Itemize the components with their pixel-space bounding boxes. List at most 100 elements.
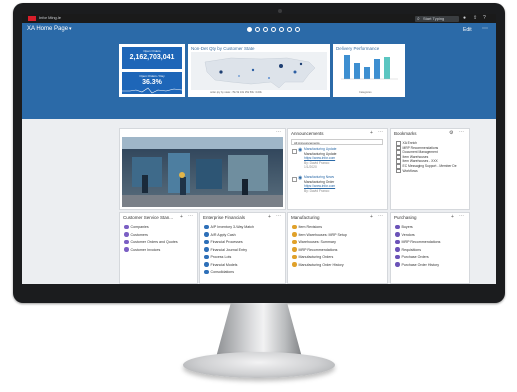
map-panel: Non-Det Qty by Customer State order qty … (188, 44, 330, 97)
app-link-label: Financial Processes (210, 240, 243, 244)
megaphone-icon: ◉ (298, 175, 303, 181)
page-dot[interactable] (271, 27, 276, 32)
announcement-link[interactable]: https://www.infor.com (304, 156, 335, 160)
page-indicator[interactable] (247, 27, 300, 32)
page-dot[interactable] (263, 27, 268, 32)
help-icon[interactable]: ? (483, 15, 486, 22)
more-icon[interactable]: ⋯ (188, 213, 193, 219)
app-link-label: Customers (130, 232, 148, 237)
page-header: XA Home Page ▾ Edit ⋯ (22, 23, 496, 37)
chart-bar-2 (354, 63, 360, 79)
search-input[interactable]: ⌕ Start Typing (415, 15, 459, 22)
app-icon (124, 247, 129, 252)
user-icon[interactable]: ● (463, 15, 466, 22)
app-link[interactable]: Purchase Order History (395, 262, 439, 269)
more-icon[interactable]: ⋯ (459, 129, 464, 135)
share-icon[interactable]: ⇪ (473, 15, 477, 22)
announcement-filter[interactable]: All Announcements (291, 139, 383, 145)
app-link[interactable]: Manufacturing Orders (292, 254, 333, 261)
more-icon[interactable]: ⋯ (276, 213, 281, 219)
app-icon (395, 224, 400, 230)
more-icon[interactable]: ⋯ (459, 213, 464, 219)
app-icon (204, 262, 209, 267)
bookmark-item[interactable]: Workflows (396, 169, 418, 174)
app-link-label: MRP Recommendations (298, 247, 338, 252)
app-link[interactable]: Financial Models (204, 262, 237, 269)
app-link[interactable]: A/R Apply Cash (204, 232, 236, 239)
trend-sparkline (122, 87, 182, 94)
app-link[interactable]: Buyers (395, 224, 413, 231)
customer-service-card: Customer Service Stan... + ⋯ Companies Cu… (119, 212, 198, 284)
app-link[interactable]: Financial Journal Entry (204, 247, 247, 254)
app-link[interactable]: Manufacturing Order History (292, 262, 344, 269)
app-link[interactable]: MRP Recommendations (292, 247, 337, 254)
add-icon[interactable]: + (268, 214, 271, 220)
app-link[interactable]: Item Revisions (292, 224, 322, 231)
map-legend: order qty by state: <5k 5k 10k 25k 50k >… (210, 91, 262, 94)
app-link[interactable]: Vendors (395, 232, 415, 239)
more-icon[interactable]: ⋯ (276, 129, 281, 135)
announcement-title[interactable]: Manufacturing News (304, 175, 334, 179)
delivery-chart[interactable] (336, 53, 402, 93)
map-panel-title: Non-Det Qty by Customer State (191, 46, 255, 51)
page-dot[interactable] (255, 27, 260, 32)
app-link-label: Purchase Orders (401, 255, 429, 259)
app-link-label: Companies (130, 225, 149, 229)
app-link[interactable]: Customers (124, 232, 148, 239)
announcement-checkbox[interactable] (292, 177, 297, 182)
megaphone-icon: ◉ (298, 147, 303, 153)
app-link[interactable]: Warehouses: Summary (292, 239, 336, 246)
app-link[interactable]: Consolidations (204, 269, 234, 276)
app-link[interactable]: Item Warehouses: MRP Setup (292, 232, 347, 239)
announcement-title[interactable]: Manufacturing Update (304, 147, 336, 151)
app-icon (292, 254, 297, 260)
app-link[interactable]: Customer Invoices (124, 247, 160, 254)
app-link[interactable]: Process Lots (204, 254, 231, 261)
page-dot[interactable] (247, 27, 252, 32)
add-icon[interactable]: + (370, 214, 373, 220)
enterprise-financials-title: Enterprise Financials (203, 215, 246, 220)
app-link-label: Customer Invoices (130, 247, 161, 252)
announcement-checkbox[interactable] (292, 149, 297, 154)
app-link[interactable]: Customer Orders and Quotes (124, 239, 178, 246)
manufacturing-title: Manufacturing (291, 215, 320, 220)
page-dot[interactable] (287, 27, 292, 32)
top-bar: Infor Ming.le ⌕ Start Typing ● ⇪ ? (22, 14, 496, 23)
chart-bar-4 (374, 59, 380, 79)
add-icon[interactable]: + (370, 130, 373, 136)
more-icon[interactable]: ⋯ (482, 25, 488, 32)
add-icon[interactable]: + (180, 214, 183, 220)
settings-icon[interactable]: ⚙ (449, 130, 453, 136)
app-link[interactable]: A/P Inventory 3-Way Match (204, 224, 254, 231)
edit-button[interactable]: Edit (463, 27, 472, 33)
more-icon[interactable]: ⋯ (378, 129, 383, 135)
app-link-label: A/P Inventory 3-Way Match (210, 225, 255, 229)
app-link-label: MRP Recommendations (401, 240, 441, 244)
app-link[interactable]: Companies (124, 224, 149, 231)
manufacturing-card: Manufacturing + ⋯ Item Revisions Item War… (287, 212, 388, 284)
more-icon[interactable]: ⋯ (378, 213, 383, 219)
app-link[interactable]: MRP Recommendations (395, 239, 440, 246)
announcement-meta: By: David Franco (304, 189, 330, 193)
us-map[interactable] (191, 52, 327, 90)
app-link[interactable]: Purchase Orders (395, 254, 429, 261)
app-link-label: Item Revisions (298, 225, 323, 229)
page-title[interactable]: XA Home Page (27, 26, 68, 32)
app-icon (204, 224, 209, 230)
announcement-link[interactable]: https://www.infor.com (304, 184, 335, 188)
announcements-card: Announcements + ⋯ All Announcements ◉ Ma… (287, 128, 388, 210)
app-icon (124, 224, 129, 230)
app-link-label: Buyers (401, 225, 413, 229)
chevron-down-icon[interactable]: ▾ (69, 26, 72, 32)
kpi-open-orders[interactable]: Open Orders 2,162,703,041 (122, 47, 182, 69)
app-link-label: Financial Models (210, 262, 238, 267)
app-icon (292, 224, 297, 230)
page-dot[interactable] (295, 27, 300, 32)
add-icon[interactable]: + (451, 214, 454, 220)
kpi-open-orders-day[interactable]: Open Orders / Day 36.3% (122, 72, 182, 94)
page-dot[interactable] (279, 27, 284, 32)
app-link[interactable]: Financial Processes (204, 239, 243, 246)
app-icon (204, 239, 209, 245)
app-link[interactable]: Requisitions (395, 247, 421, 254)
app-icon (124, 239, 129, 245)
